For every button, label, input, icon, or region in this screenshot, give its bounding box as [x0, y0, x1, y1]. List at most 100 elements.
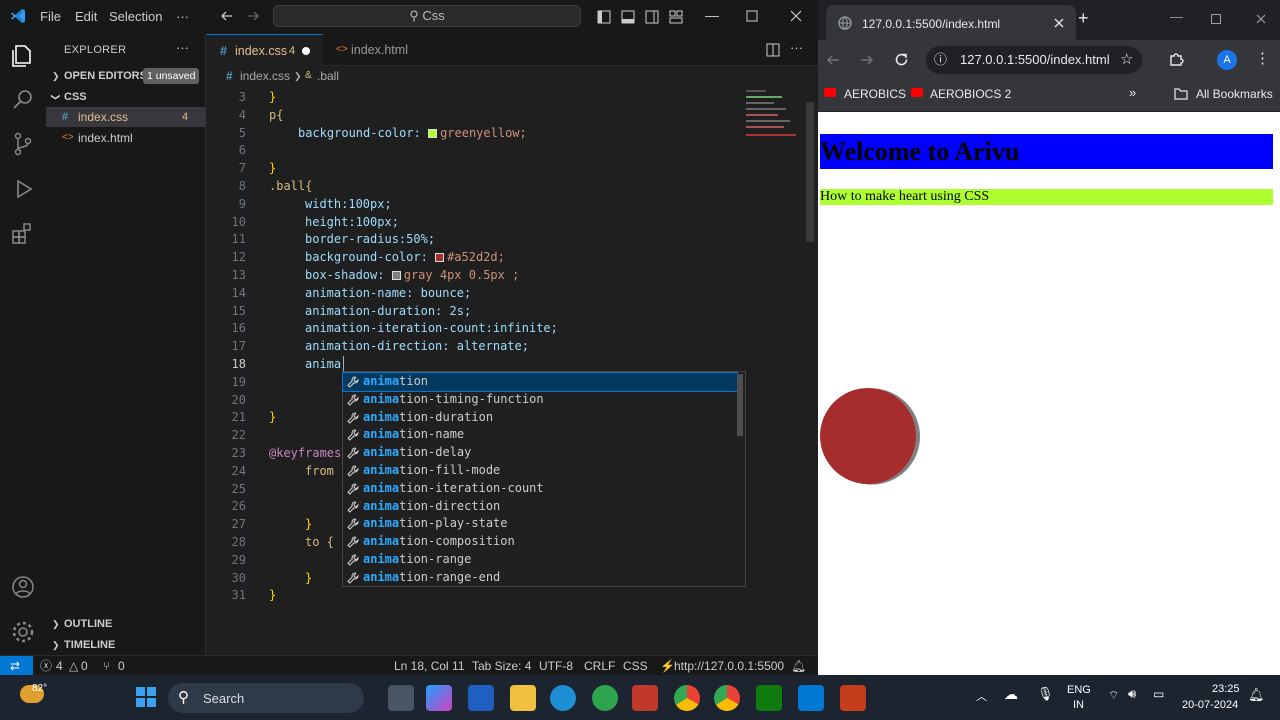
breadcrumb-file[interactable]: index.css: [240, 66, 290, 86]
suggestion-item[interactable]: animation-composition: [343, 533, 737, 551]
site-info-icon[interactable]: ⓘ: [934, 46, 947, 74]
more-bookmarks-icon[interactable]: »: [1129, 85, 1136, 100]
open-editors-section[interactable]: ❯ OPEN EDITORS 1 unsaved: [46, 66, 206, 86]
xbox-app-icon[interactable]: [592, 685, 618, 711]
breadcrumb-symbol[interactable]: .ball: [317, 66, 339, 86]
suggestion-item[interactable]: animation-duration: [343, 409, 737, 427]
bookmark-aerobics[interactable]: AEROBICS: [844, 87, 906, 101]
wifi-icon[interactable]: ⌔: [1108, 688, 1119, 703]
taskbar-search[interactable]: ⚲ Search: [168, 683, 364, 713]
browser-back-icon[interactable]: [826, 53, 840, 67]
file-explorer-icon[interactable]: [510, 685, 536, 711]
close-tab-icon[interactable]: [1054, 18, 1064, 28]
all-bookmarks[interactable]: All Bookmarks: [1196, 87, 1273, 101]
live-server-url[interactable]: http://127.0.0.1:5500: [674, 656, 784, 676]
notifications-icon[interactable]: 🔔︎: [1248, 687, 1265, 703]
folder-css[interactable]: ❯ CSS: [46, 87, 206, 107]
command-center[interactable]: ⚲ Css: [273, 5, 581, 27]
language-code[interactable]: ENG: [1067, 684, 1091, 696]
bookmark-aerobics-2[interactable]: AEROBIOCS 2: [930, 87, 1011, 101]
browser-close-icon[interactable]: [1256, 14, 1266, 24]
tab-size[interactable]: Tab Size: 4: [472, 656, 531, 676]
forward-arrow-icon[interactable]: [246, 9, 260, 23]
vscode-taskbar-icon[interactable]: [798, 685, 824, 711]
suggestion-item[interactable]: animation-range: [343, 551, 737, 569]
chrome-icon[interactable]: [674, 685, 700, 711]
toggle-sidebar-icon[interactable]: [597, 10, 611, 24]
profile-avatar[interactable]: A: [1217, 50, 1237, 70]
tray-chevron-icon[interactable]: ︿: [976, 688, 987, 704]
settings-gear-icon[interactable]: [9, 618, 37, 646]
volume-icon[interactable]: 🔊︎: [1128, 686, 1136, 702]
battery-icon[interactable]: ▭: [1153, 687, 1164, 701]
browser-forward-icon[interactable]: [860, 53, 874, 67]
suggestion-item[interactable]: animation-fill-mode: [343, 462, 737, 480]
accounts-icon[interactable]: [9, 573, 37, 601]
microphone-icon[interactable]: 🎙︎: [1037, 686, 1054, 702]
split-editor-icon[interactable]: [766, 43, 780, 57]
run-debug-icon[interactable]: [9, 175, 37, 203]
language-mode[interactable]: CSS: [623, 656, 648, 676]
browser-maximize-icon[interactable]: [1211, 14, 1221, 24]
notifications-bell-icon[interactable]: 🔔︎: [791, 656, 806, 676]
editor-scrollbar[interactable]: [806, 102, 814, 242]
new-tab-icon[interactable]: +: [1078, 8, 1089, 29]
customize-layout-icon[interactable]: [669, 10, 683, 24]
tab-index-css[interactable]: # index.css 4: [206, 34, 323, 66]
bookmark-star-icon[interactable]: ☆: [1120, 50, 1133, 68]
browser-tab[interactable]: 127.0.0.1:5500/index.html: [826, 5, 1076, 40]
suggestion-item[interactable]: animation-iteration-count: [343, 480, 737, 498]
copilot-icon[interactable]: [426, 685, 452, 711]
powerpoint-icon[interactable]: [840, 685, 866, 711]
explorer-more-icon[interactable]: ···: [176, 40, 189, 55]
back-arrow-icon[interactable]: [220, 9, 234, 23]
errors-count[interactable]: 4: [56, 656, 63, 676]
clock-time[interactable]: 23:25: [1212, 683, 1240, 695]
suggest-scrollbar[interactable]: [737, 374, 743, 436]
search-icon[interactable]: [9, 86, 37, 114]
suggestion-item[interactable]: animation-delay: [343, 444, 737, 462]
close-icon[interactable]: [790, 10, 802, 22]
cloud-icon[interactable]: ☁: [1004, 686, 1018, 703]
cursor-position[interactable]: Ln 18, Col 11: [394, 656, 465, 676]
menu-more[interactable]: ···: [176, 9, 189, 24]
menu-file[interactable]: File: [40, 9, 61, 24]
suggestion-item[interactable]: animation-play-state: [343, 515, 737, 533]
menu-selection[interactable]: Selection: [109, 9, 162, 24]
suggestion-item[interactable]: animation-name: [343, 426, 737, 444]
end-of-line[interactable]: CRLF: [584, 656, 615, 676]
editor-more-icon[interactable]: ···: [790, 40, 803, 55]
ports-count[interactable]: 0: [118, 656, 125, 676]
suggestion-item[interactable]: animation-direction: [343, 498, 737, 516]
teams-icon[interactable]: [468, 685, 494, 711]
chrome-profile-icon[interactable]: [714, 685, 740, 711]
file-item-index-css[interactable]: # index.css 4: [46, 107, 206, 127]
file-item-index-html[interactable]: <> index.html: [46, 128, 206, 148]
minimap[interactable]: [744, 86, 802, 146]
address-bar[interactable]: ⓘ 127.0.0.1:5500/index.html: [926, 46, 1142, 74]
extensions-icon[interactable]: [9, 220, 37, 248]
edge-icon[interactable]: [550, 685, 576, 711]
maximize-icon[interactable]: [746, 10, 758, 22]
minimize-icon[interactable]: —: [705, 7, 719, 23]
task-view-icon[interactable]: [388, 685, 414, 711]
suggestion-item[interactable]: animation-range-end: [343, 569, 737, 587]
unsaved-dot-icon[interactable]: [302, 47, 310, 55]
clock-date[interactable]: 20-07-2024: [1182, 699, 1238, 711]
remote-indicator[interactable]: ⇄: [0, 656, 33, 676]
toggle-panel-icon[interactable]: [621, 10, 635, 24]
encoding[interactable]: UTF-8: [539, 656, 573, 676]
color-swatch-icon[interactable]: [428, 128, 438, 138]
toggle-secondary-sidebar-icon[interactable]: [645, 10, 659, 24]
windows-start-icon[interactable]: [135, 686, 157, 708]
app-icon[interactable]: [632, 685, 658, 711]
tab-index-html[interactable]: <> index.html: [324, 34, 424, 66]
reload-icon[interactable]: [894, 52, 909, 67]
warnings-count[interactable]: 0: [81, 656, 88, 676]
xbox-icon[interactable]: [756, 685, 782, 711]
color-swatch-icon[interactable]: [435, 253, 445, 263]
browser-menu-icon[interactable]: ⋮: [1255, 49, 1270, 67]
explorer-icon[interactable]: [9, 42, 37, 70]
menu-edit[interactable]: Edit: [75, 9, 97, 24]
source-control-icon[interactable]: [9, 130, 37, 158]
